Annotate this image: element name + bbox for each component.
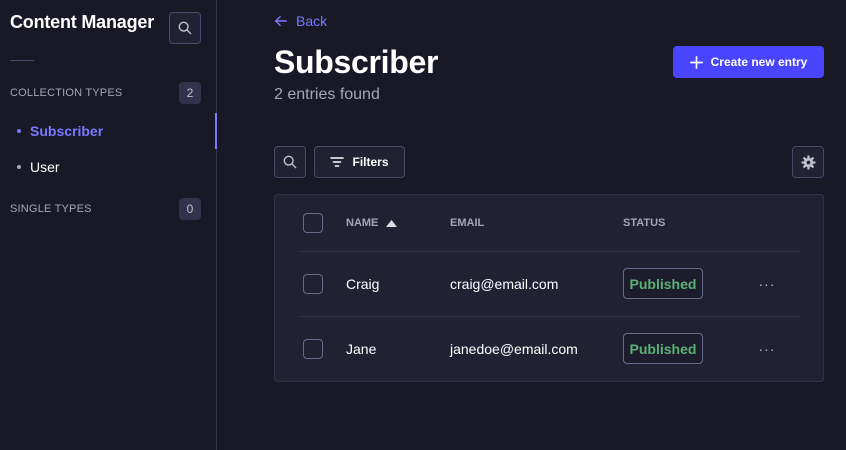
select-all-checkbox[interactable] bbox=[303, 213, 323, 233]
single-types-section[interactable]: SINGLE TYPES 0 bbox=[10, 198, 201, 220]
search-icon bbox=[178, 21, 192, 35]
row-divider bbox=[299, 316, 801, 317]
page-title: Subscriber bbox=[274, 44, 439, 80]
status-badge: Published bbox=[623, 268, 703, 299]
sidebar-title: Content Manager bbox=[10, 12, 155, 32]
column-header-label: EMAIL bbox=[450, 217, 485, 229]
plus-icon bbox=[689, 55, 703, 69]
single-types-label: SINGLE TYPES bbox=[10, 203, 92, 215]
more-icon: ··· bbox=[758, 341, 776, 357]
row-email: craig@email.com bbox=[450, 276, 559, 292]
collection-types-count: 2 bbox=[179, 82, 201, 104]
sidebar-item-user[interactable]: User bbox=[0, 149, 217, 185]
collection-types-section[interactable]: COLLECTION TYPES 2 bbox=[10, 82, 201, 104]
filters-button[interactable]: Filters bbox=[314, 146, 405, 178]
filters-label: Filters bbox=[352, 155, 389, 169]
status-badge: Published bbox=[623, 333, 703, 364]
column-header-label: NAME bbox=[346, 217, 379, 229]
collection-types-label: COLLECTION TYPES bbox=[10, 87, 123, 99]
row-more-button[interactable]: ··· bbox=[757, 274, 777, 294]
filter-icon bbox=[330, 157, 345, 167]
sidebar-item-label: User bbox=[30, 159, 60, 175]
back-label: Back bbox=[296, 13, 328, 29]
column-header-label: STATUS bbox=[623, 217, 666, 229]
row-name: Jane bbox=[346, 341, 377, 357]
single-types-count: 0 bbox=[179, 198, 201, 220]
column-header-email[interactable]: EMAIL bbox=[450, 217, 484, 229]
arrow-left-icon bbox=[275, 15, 287, 27]
sidebar-item-label: Subscriber bbox=[30, 123, 104, 139]
sidebar: Content Manager COLLECTION TYPES 2 Subsc… bbox=[0, 0, 217, 450]
more-icon: ··· bbox=[758, 276, 776, 292]
row-divider bbox=[299, 251, 801, 252]
back-link[interactable]: Back bbox=[274, 13, 327, 29]
entries-count: 2 entries found bbox=[274, 86, 380, 103]
settings-button[interactable] bbox=[792, 146, 824, 178]
bullet-icon bbox=[17, 129, 21, 133]
search-button[interactable] bbox=[274, 146, 306, 178]
create-new-entry-button[interactable]: Create new entry bbox=[673, 46, 824, 78]
sort-up-icon bbox=[386, 219, 398, 227]
sidebar-item-subscriber[interactable]: Subscriber bbox=[0, 113, 217, 149]
row-more-button[interactable]: ··· bbox=[757, 339, 777, 359]
search-icon bbox=[283, 155, 297, 169]
row-checkbox[interactable] bbox=[303, 339, 323, 359]
entries-table: NAME EMAIL STATUS Craig craig@email.com … bbox=[274, 194, 824, 382]
sidebar-divider bbox=[10, 60, 34, 61]
sidebar-search-button[interactable] bbox=[169, 12, 201, 44]
row-email: janedoe@email.com bbox=[450, 341, 578, 357]
row-checkbox[interactable] bbox=[303, 274, 323, 294]
gear-icon bbox=[800, 154, 816, 170]
column-header-status[interactable]: STATUS bbox=[623, 217, 665, 229]
column-header-name[interactable]: NAME bbox=[346, 217, 398, 229]
bullet-icon bbox=[17, 165, 21, 169]
row-name: Craig bbox=[346, 276, 380, 292]
create-new-entry-label: Create new entry bbox=[710, 55, 808, 69]
